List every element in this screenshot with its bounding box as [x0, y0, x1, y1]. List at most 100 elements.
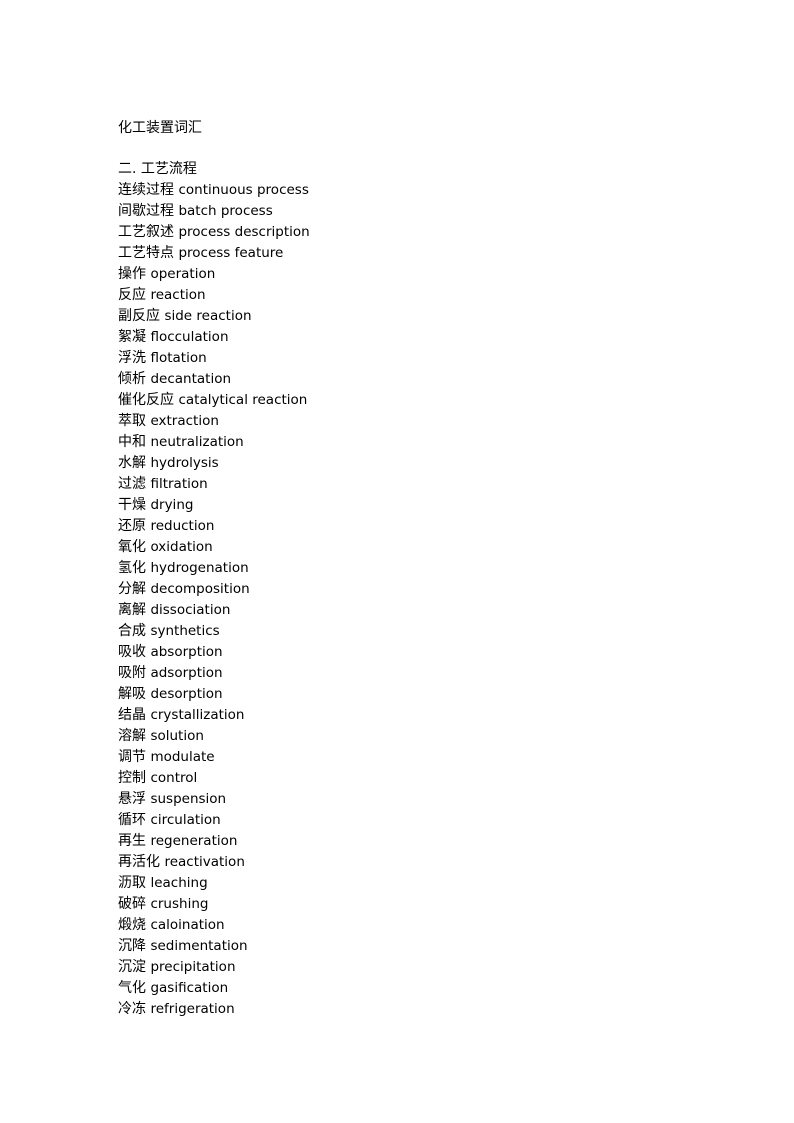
term-english: neutralization: [150, 434, 244, 450]
term-english: gasification: [150, 980, 229, 996]
term-english: flotation: [150, 350, 207, 366]
term-english: reactivation: [164, 854, 245, 870]
term-chinese: 分解: [118, 581, 146, 597]
term-english: refrigeration: [150, 1001, 235, 1017]
term-chinese: 破碎: [118, 896, 146, 912]
section-heading: 二. 工艺流程: [118, 161, 197, 177]
term-english: absorption: [150, 644, 223, 660]
term-chinese: 离解: [118, 602, 146, 618]
glossary-entry: 沉淀 precipitation: [118, 957, 718, 978]
glossary-entry: 过滤 filtration: [118, 474, 718, 495]
term-chinese: 吸收: [118, 644, 146, 660]
glossary-entry: 沥取 leaching: [118, 873, 718, 894]
term-english: caloination: [150, 917, 225, 933]
term-chinese: 催化反应: [118, 392, 174, 408]
term-chinese: 解吸: [118, 686, 146, 702]
term-english: continuous process: [178, 182, 309, 198]
glossary-entry: 操作 operation: [118, 264, 718, 285]
glossary-entry: 气化 gasification: [118, 978, 718, 999]
glossary-entry: 催化反应 catalytical reaction: [118, 390, 718, 411]
glossary-entry: 吸收 absorption: [118, 642, 718, 663]
term-english: flocculation: [150, 329, 229, 345]
term-english: leaching: [150, 875, 208, 891]
glossary-entry: 水解 hydrolysis: [118, 453, 718, 474]
glossary-list: 连续过程 continuous process 间歇过程 batch proces…: [118, 180, 718, 1020]
glossary-entry: 悬浮 suspension: [118, 789, 718, 810]
term-chinese: 再活化: [118, 854, 160, 870]
term-chinese: 再生: [118, 833, 146, 849]
term-english: regeneration: [150, 833, 238, 849]
term-chinese: 氧化: [118, 539, 146, 555]
glossary-entry: 连续过程 continuous process: [118, 180, 718, 201]
glossary-entry: 吸附 adsorption: [118, 663, 718, 684]
term-chinese: 副反应: [118, 308, 160, 324]
term-chinese: 反应: [118, 287, 146, 303]
term-english: reaction: [150, 287, 206, 303]
term-chinese: 沥取: [118, 875, 146, 891]
term-english: decomposition: [150, 581, 250, 597]
term-chinese: 调节: [118, 749, 146, 765]
term-english: control: [150, 770, 198, 786]
term-chinese: 循环: [118, 812, 146, 828]
term-english: drying: [150, 497, 194, 513]
term-chinese: 中和: [118, 434, 146, 450]
term-chinese: 过滤: [118, 476, 146, 492]
term-chinese: 工艺特点: [118, 245, 174, 261]
term-english: precipitation: [150, 959, 236, 975]
term-chinese: 萃取: [118, 413, 146, 429]
term-chinese: 溶解: [118, 728, 146, 744]
term-english: catalytical reaction: [178, 392, 308, 408]
term-english: solution: [150, 728, 204, 744]
glossary-entry: 副反应 side reaction: [118, 306, 718, 327]
glossary-entry: 工艺特点 process feature: [118, 243, 718, 264]
glossary-entry: 合成 synthetics: [118, 621, 718, 642]
term-chinese: 水解: [118, 455, 146, 471]
glossary-entry: 离解 dissociation: [118, 600, 718, 621]
glossary-entry: 倾析 decantation: [118, 369, 718, 390]
glossary-entry: 再生 regeneration: [118, 831, 718, 852]
term-chinese: 合成: [118, 623, 146, 639]
glossary-entry: 中和 neutralization: [118, 432, 718, 453]
term-chinese: 沉淀: [118, 959, 146, 975]
term-chinese: 沉降: [118, 938, 146, 954]
glossary-entry: 溶解 solution: [118, 726, 718, 747]
document-title: 化工装置词汇: [118, 120, 202, 136]
glossary-entry: 分解 decomposition: [118, 579, 718, 600]
term-chinese: 还原: [118, 518, 146, 534]
term-english: hydrolysis: [150, 455, 219, 471]
term-english: hydrogenation: [150, 560, 249, 576]
glossary-entry: 反应 reaction: [118, 285, 718, 306]
glossary-entry: 氢化 hydrogenation: [118, 558, 718, 579]
term-english: desorption: [150, 686, 223, 702]
term-english: reduction: [150, 518, 215, 534]
glossary-entry: 工艺叙述 process description: [118, 222, 718, 243]
glossary-entry: 调节 modulate: [118, 747, 718, 768]
glossary-entry: 解吸 desorption: [118, 684, 718, 705]
term-chinese: 间歇过程: [118, 203, 174, 219]
term-english: filtration: [150, 476, 208, 492]
term-chinese: 干燥: [118, 497, 146, 513]
term-english: process description: [178, 224, 310, 240]
term-english: process feature: [178, 245, 284, 261]
title-spacer: [118, 139, 718, 159]
term-chinese: 结晶: [118, 707, 146, 723]
glossary-entry: 循环 circulation: [118, 810, 718, 831]
term-chinese: 气化: [118, 980, 146, 996]
glossary-entry: 破碎 crushing: [118, 894, 718, 915]
glossary-entry: 沉降 sedimentation: [118, 936, 718, 957]
glossary-entry: 氧化 oxidation: [118, 537, 718, 558]
glossary-entry: 还原 reduction: [118, 516, 718, 537]
term-chinese: 工艺叙述: [118, 224, 174, 240]
term-chinese: 煅烧: [118, 917, 146, 933]
term-english: crystallization: [150, 707, 245, 723]
term-english: batch process: [178, 203, 273, 219]
term-chinese: 悬浮: [118, 791, 146, 807]
term-english: circulation: [150, 812, 221, 828]
term-english: operation: [150, 266, 216, 282]
glossary-entry: 絮凝 flocculation: [118, 327, 718, 348]
glossary-entry: 煅烧 caloination: [118, 915, 718, 936]
term-chinese: 连续过程: [118, 182, 174, 198]
term-chinese: 吸附: [118, 665, 146, 681]
glossary-entry: 冷冻 refrigeration: [118, 999, 718, 1020]
glossary-entry: 结晶 crystallization: [118, 705, 718, 726]
